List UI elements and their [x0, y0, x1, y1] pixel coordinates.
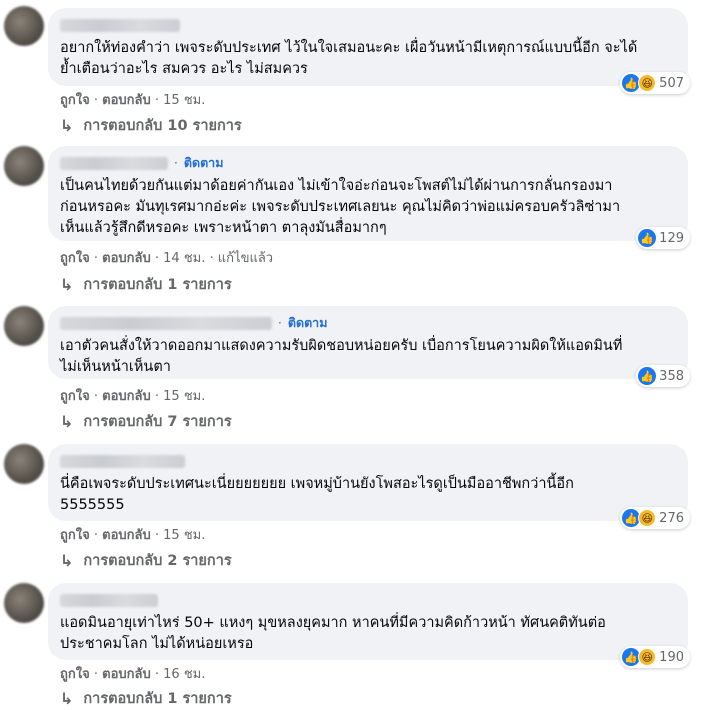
comment-actions: ถูกใจ · ตอบกลับ · 15 ชม.: [60, 385, 205, 406]
reply-arrow-icon: ↳: [60, 551, 74, 570]
separator: ·: [93, 251, 98, 266]
separator: ·: [154, 528, 160, 543]
like-icon: 👍: [638, 367, 657, 385]
separator: ·: [93, 667, 98, 682]
comment-bubble: · ติดตาม เป็นคนไทยด้วยกันแต่มาด้อยค่ากัน…: [48, 146, 690, 249]
reaction-summary[interactable]: 👍 358: [636, 365, 690, 387]
reply-button[interactable]: ตอบกลับ: [102, 389, 151, 404]
reaction-summary[interactable]: 👍 😆 190: [620, 646, 690, 668]
separator: ·: [154, 389, 160, 404]
timestamp[interactable]: 15 ชม.: [163, 93, 205, 108]
reaction-count: 276: [659, 510, 684, 526]
author-name[interactable]: [60, 593, 158, 607]
comment-bubble: แอดมินอายุเท่าไหร่ 50+ แหงๆ มุขหลงยุคมาก…: [48, 583, 690, 668]
comment-actions: ถูกใจ · ตอบกลับ · 15 ชม.: [60, 89, 205, 110]
avatar[interactable]: [4, 306, 44, 346]
author-row: [60, 452, 676, 470]
replies-label: การตอบกลับ 2 รายการ: [83, 553, 232, 569]
replies-label: การตอบกลับ 7 รายการ: [83, 414, 232, 430]
separator: ·: [154, 667, 160, 682]
comment-bubble: นี่คือเพจระดับประเทศนะเนี่ยยยยยยย เพจหมู…: [48, 444, 690, 529]
separator: ·: [93, 528, 98, 543]
comment-actions: ถูกใจ · ตอบกลับ · 16 ชม.: [60, 663, 205, 684]
view-replies-link[interactable]: ↳ การตอบกลับ 1 รายการ: [60, 273, 232, 296]
reply-button[interactable]: ตอบกลับ: [102, 667, 151, 682]
avatar[interactable]: [4, 583, 44, 623]
haha-icon: 😆: [638, 509, 657, 527]
avatar[interactable]: [4, 444, 44, 484]
follow-button[interactable]: ติดตาม: [184, 153, 224, 173]
reaction-summary[interactable]: 👍 😆 276: [620, 507, 690, 529]
like-button[interactable]: ถูกใจ: [60, 528, 90, 543]
reply-arrow-icon: ↳: [60, 412, 74, 431]
separator: ·: [209, 251, 214, 266]
edited-label[interactable]: แก้ไขแล้ว: [218, 251, 273, 266]
reply-arrow-icon: ↳: [60, 275, 74, 294]
comment-bubble: อยากให้ท่องคำว่า เพจระดับประเทศ ไว้ในใจเ…: [48, 8, 690, 94]
author-row: · ติดตาม: [60, 154, 676, 172]
replies-label: การตอบกลับ 10 รายการ: [83, 118, 242, 134]
reaction-summary[interactable]: 👍 129: [636, 227, 690, 249]
separator: ·: [93, 93, 98, 108]
timestamp[interactable]: 15 ชม.: [163, 389, 205, 404]
comment-text: นี่คือเพจระดับประเทศนะเนี่ยยยยยยย เพจหมู…: [60, 476, 574, 513]
view-replies-link[interactable]: ↳ การตอบกลับ 10 รายการ: [60, 114, 242, 137]
comment-text: เอาตัวคนสั่งให้วาดออกมาแสดงความรับผิดชอบ…: [60, 338, 623, 375]
comment-bubble: · ติดตาม เอาตัวคนสั่งให้วาดออกมาแสดงความ…: [48, 306, 690, 387]
view-replies-link[interactable]: ↳ การตอบกลับ 1 รายการ: [60, 687, 232, 710]
avatar[interactable]: [4, 6, 44, 46]
haha-icon: 😆: [638, 74, 657, 92]
reaction-summary[interactable]: 👍 😆 507: [620, 72, 690, 94]
reply-button[interactable]: ตอบกลับ: [102, 528, 151, 543]
like-icon: 👍: [638, 229, 657, 247]
reply-arrow-icon: ↳: [60, 116, 74, 135]
reaction-count: 358: [659, 368, 684, 384]
author-name[interactable]: [60, 18, 180, 32]
timestamp[interactable]: 15 ชม.: [163, 528, 205, 543]
reply-arrow-icon: ↳: [60, 689, 74, 708]
replies-label: การตอบกลับ 1 รายการ: [83, 277, 232, 293]
replies-label: การตอบกลับ 1 รายการ: [83, 691, 232, 707]
comment-text: เป็นคนไทยด้วยกันแต่มาด้อยค่ากันเอง ไม่เข…: [60, 178, 621, 236]
separator: ·: [93, 389, 98, 404]
separator: ·: [154, 93, 160, 108]
separator: ·: [174, 156, 178, 170]
author-row: [60, 591, 676, 609]
like-button[interactable]: ถูกใจ: [60, 389, 90, 404]
view-replies-link[interactable]: ↳ การตอบกลับ 2 รายการ: [60, 549, 232, 572]
like-button[interactable]: ถูกใจ: [60, 93, 90, 108]
reply-button[interactable]: ตอบกลับ: [102, 251, 151, 266]
reaction-count: 507: [659, 75, 684, 91]
author-name[interactable]: [60, 454, 185, 468]
like-button[interactable]: ถูกใจ: [60, 251, 90, 266]
comment-actions: ถูกใจ · ตอบกลับ · 14 ชม. · แก้ไขแล้ว: [60, 247, 273, 268]
reaction-count: 190: [659, 649, 684, 665]
author-row: · ติดตาม: [60, 314, 676, 332]
separator: ·: [154, 251, 160, 266]
author-row: [60, 16, 676, 34]
separator: ·: [278, 316, 282, 330]
timestamp[interactable]: 16 ชม.: [163, 667, 205, 682]
avatar[interactable]: [4, 146, 44, 186]
comment-actions: ถูกใจ · ตอบกลับ · 15 ชม.: [60, 524, 205, 545]
view-replies-link[interactable]: ↳ การตอบกลับ 7 รายการ: [60, 410, 232, 433]
timestamp[interactable]: 14 ชม.: [163, 251, 205, 266]
comment-text: แอดมินอายุเท่าไหร่ 50+ แหงๆ มุขหลงยุคมาก…: [60, 615, 606, 652]
follow-button[interactable]: ติดตาม: [288, 313, 328, 333]
haha-icon: 😆: [638, 648, 657, 666]
comment-text: อยากให้ท่องคำว่า เพจระดับประเทศ ไว้ในใจเ…: [60, 40, 638, 77]
reply-button[interactable]: ตอบกลับ: [102, 93, 151, 108]
author-name[interactable]: [60, 316, 272, 330]
reaction-count: 129: [659, 230, 684, 246]
author-name[interactable]: [60, 156, 168, 170]
like-button[interactable]: ถูกใจ: [60, 667, 90, 682]
